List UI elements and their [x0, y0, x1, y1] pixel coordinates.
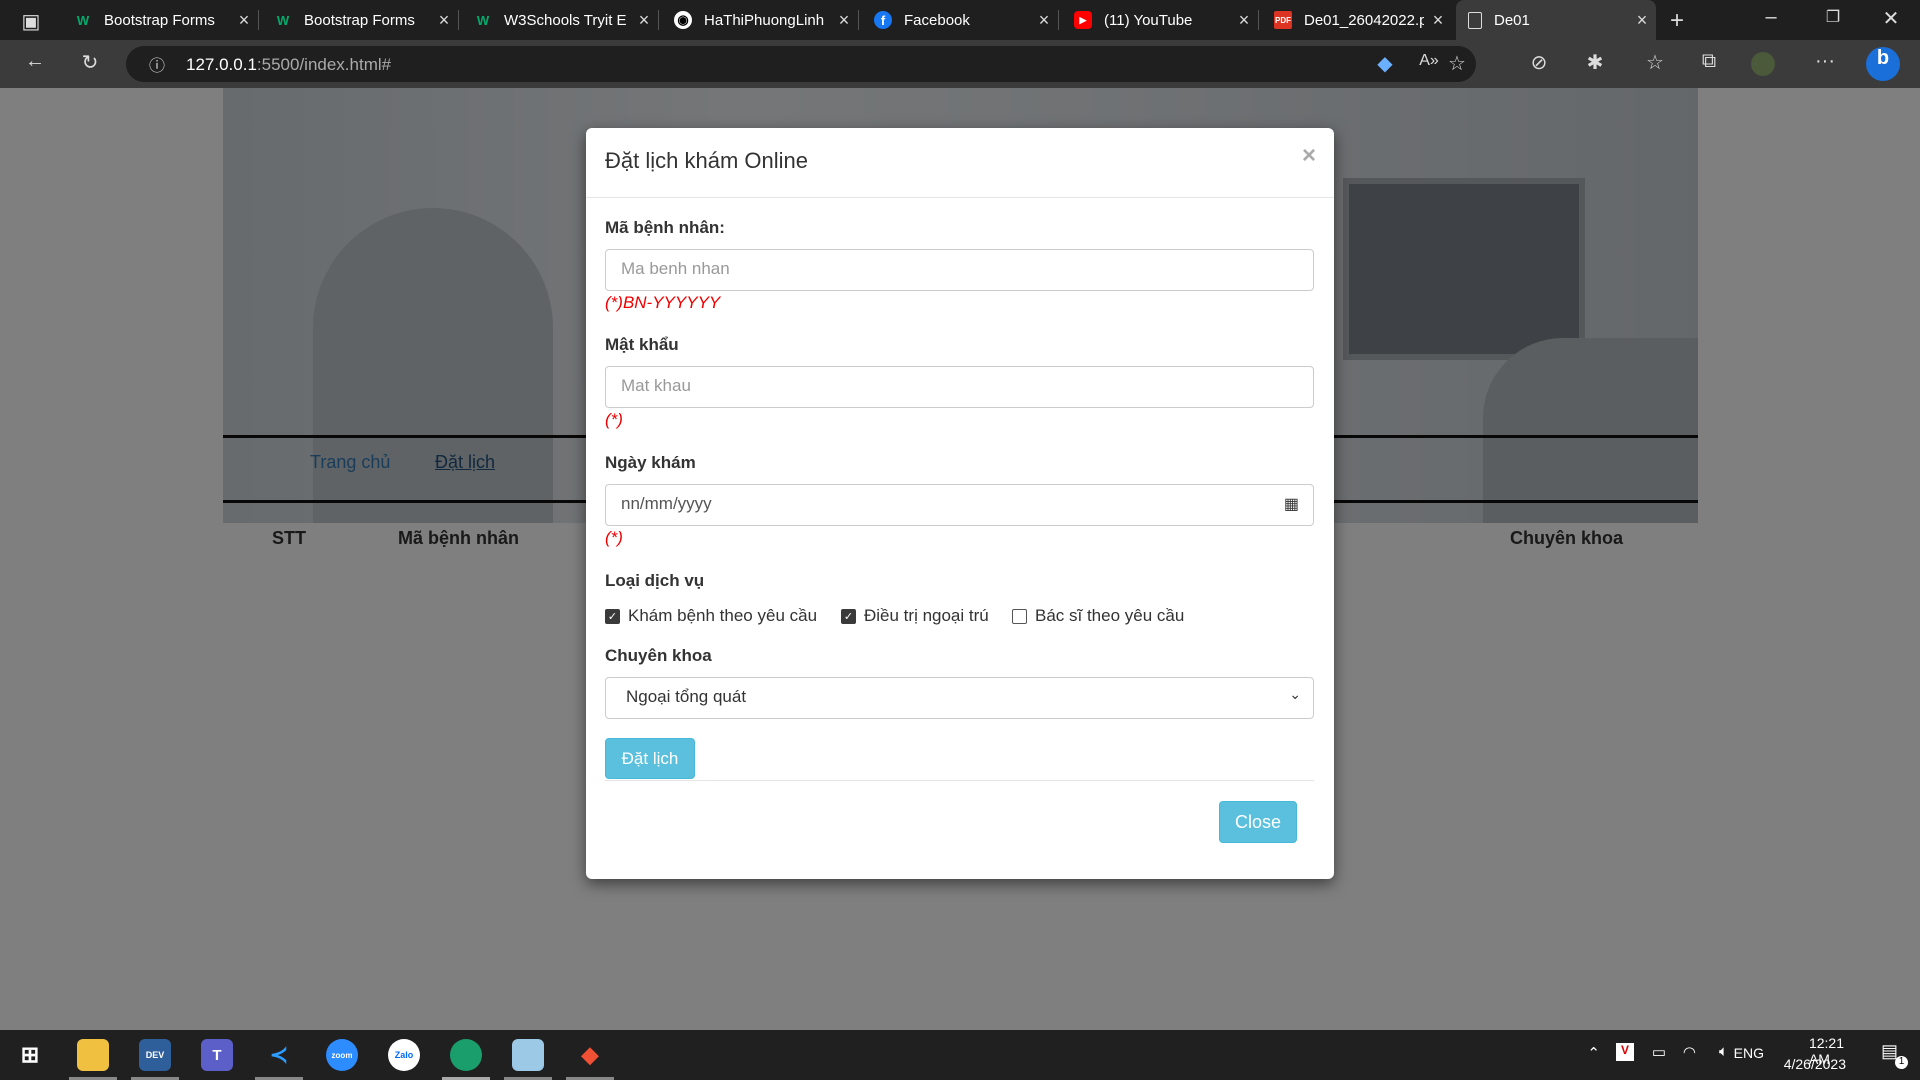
bing-icon[interactable]: b [1866, 47, 1900, 81]
zalo-icon[interactable]: Zalo [388, 1039, 420, 1071]
clock-date[interactable]: 4/26/2023 [1784, 1056, 1846, 1072]
windows-start-icon[interactable]: ⊞ [14, 1039, 46, 1071]
reload-icon[interactable]: ↻ [75, 50, 105, 75]
checkbox-checked-icon[interactable]: ✓ [605, 608, 620, 624]
specialty-label: Chuyên khoa [605, 646, 712, 665]
service-label: Loại dịch vụ [605, 571, 705, 590]
w3schools-icon: W [76, 12, 90, 28]
tab-bootstrap-forms-1[interactable]: W Bootstrap Forms × [62, 0, 258, 40]
git-icon[interactable]: ◆ [574, 1039, 606, 1071]
collections-icon[interactable]: ⧉ [1694, 50, 1724, 73]
password-hint: (*) [605, 410, 623, 429]
url-field[interactable]: ⓘ 127.0.0.1:5500/index.html# ◆ A» ☆ [126, 46, 1476, 82]
w3schools-icon: W [276, 12, 290, 28]
favorites-icon[interactable]: ☆ [1640, 50, 1670, 75]
service-option-doctor-on-demand[interactable]: Bác sĩ theo yêu cầu [1012, 606, 1184, 626]
service-option-on-demand[interactable]: ✓ Khám bệnh theo yêu cầu [605, 606, 817, 626]
close-tab-icon[interactable]: × [1424, 10, 1452, 31]
facebook-icon: f [874, 11, 892, 29]
edge-icon[interactable] [450, 1039, 482, 1071]
file-explorer-icon[interactable] [77, 1039, 109, 1071]
tab-facebook[interactable]: f Facebook × [862, 0, 1058, 40]
w3schools-icon: W [476, 12, 490, 28]
read-aloud-icon[interactable]: A» [1414, 52, 1444, 70]
tab-pdf[interactable]: PDF De01_26042022.p × [1262, 0, 1452, 40]
close-tab-icon[interactable]: × [430, 10, 458, 31]
profile-avatar[interactable] [1751, 52, 1775, 76]
volume-icon[interactable]: 🔈︎ [1719, 1043, 1728, 1060]
minimize-icon[interactable]: – [1756, 6, 1786, 29]
language-indicator[interactable]: ENG [1734, 1045, 1764, 1061]
url-path: :5500/index.html# [256, 55, 392, 74]
wifi-icon[interactable]: ◠ [1683, 1043, 1696, 1061]
close-icon[interactable]: × [1302, 142, 1316, 170]
close-tab-icon[interactable]: × [830, 10, 858, 31]
tab-github[interactable]: ◉ HaThiPhuongLinh × [662, 0, 858, 40]
add-favorite-icon[interactable]: ☆ [1442, 51, 1472, 76]
battery-icon[interactable]: ▭ [1652, 1043, 1666, 1061]
dev-app-icon[interactable]: DEV [139, 1039, 171, 1071]
patient-id-hint: (*)BN-YYYYYY [605, 293, 721, 312]
notification-count: 1 [1895, 1056, 1908, 1069]
specialty-select[interactable]: Ngoại tổng quát ⌄ [605, 677, 1314, 719]
specialty-selected: Ngoại tổng quát [626, 687, 747, 706]
password-input[interactable]: Mat khau [605, 366, 1314, 408]
chevron-up-icon[interactable]: ⌃ [1587, 1044, 1600, 1062]
modal-header: Đặt lịch khám Online × [586, 128, 1334, 198]
tab-bootstrap-forms-2[interactable]: W Bootstrap Forms × [262, 0, 458, 40]
date-input[interactable]: nn/mm/yyyy ▦ [605, 484, 1314, 526]
close-tab-icon[interactable]: × [230, 10, 258, 31]
book-button[interactable]: Đặt lịch [605, 738, 695, 779]
tab-actions-icon[interactable]: ▣ [16, 9, 46, 34]
extensions-icon[interactable]: ✱ [1580, 50, 1610, 75]
close-window-icon[interactable]: ✕ [1876, 6, 1906, 31]
new-tab-icon[interactable]: + [1662, 7, 1692, 35]
close-tab-icon[interactable]: × [1030, 10, 1058, 31]
tab-youtube[interactable]: ▶ (11) YouTube × [1062, 0, 1258, 40]
back-icon[interactable]: ← [20, 50, 50, 73]
tab-w3schools-tryit[interactable]: W W3Schools Tryit E × [462, 0, 658, 40]
windows-taskbar: ⊞ DEV T ≺ zoom Zalo ◆ ⌃ V ▭ ◠ 🔈︎ ENG 12:… [0, 1030, 1920, 1080]
date-label: Ngày khám [605, 453, 696, 472]
more-menu-icon[interactable]: ··· [1810, 50, 1840, 73]
close-tab-icon[interactable]: × [1230, 10, 1258, 31]
checkbox-unchecked-icon[interactable] [1012, 608, 1027, 624]
site-info-icon[interactable]: ⓘ [142, 52, 172, 76]
date-placeholder: nn/mm/yyyy [621, 494, 712, 513]
notepad-icon[interactable] [512, 1039, 544, 1071]
github-icon: ◉ [674, 11, 692, 29]
performance-icon[interactable]: ⊘ [1524, 50, 1554, 75]
checkbox-checked-icon[interactable]: ✓ [841, 608, 856, 624]
service-option-outpatient[interactable]: ✓ Điều trị ngoại trú [841, 606, 989, 626]
vscode-icon[interactable]: ≺ [263, 1039, 295, 1071]
youtube-icon: ▶ [1074, 11, 1092, 29]
close-tab-icon[interactable]: × [1628, 10, 1656, 31]
modal-footer-divider [605, 780, 1314, 781]
password-label: Mật khẩu [605, 335, 679, 354]
restore-icon[interactable]: ❐ [1818, 7, 1848, 27]
date-hint: (*) [605, 528, 623, 547]
pdf-icon: PDF [1274, 11, 1292, 29]
patient-id-label: Mã bệnh nhân: [605, 218, 725, 237]
booking-modal: Đặt lịch khám Online × Mã bệnh nhân: Ma … [586, 128, 1334, 879]
chevron-down-icon: ⌄ [1289, 686, 1301, 702]
close-tab-icon[interactable]: × [630, 10, 658, 31]
browser-tab-bar: ▣ W Bootstrap Forms × W Bootstrap Forms × WW… [0, 0, 1920, 40]
zoom-icon[interactable]: zoom [326, 1039, 358, 1071]
patient-id-input[interactable]: Ma benh nhan [605, 249, 1314, 291]
browser-address-bar: ← ↻ ⓘ 127.0.0.1:5500/index.html# ◆ A» ☆ … [0, 40, 1920, 88]
calendar-icon[interactable]: ▦ [1284, 494, 1299, 514]
teams-icon[interactable]: T [201, 1039, 233, 1071]
coupon-icon[interactable]: ◆ [1370, 51, 1400, 76]
vivaldi-tray-icon[interactable]: V [1616, 1043, 1634, 1061]
close-button[interactable]: Close [1219, 801, 1297, 843]
tab-de01[interactable]: De01 × [1456, 0, 1656, 40]
url-host: 127.0.0.1 [186, 55, 257, 74]
modal-title: Đặt lịch khám Online [605, 148, 808, 173]
page-icon [1468, 11, 1482, 29]
